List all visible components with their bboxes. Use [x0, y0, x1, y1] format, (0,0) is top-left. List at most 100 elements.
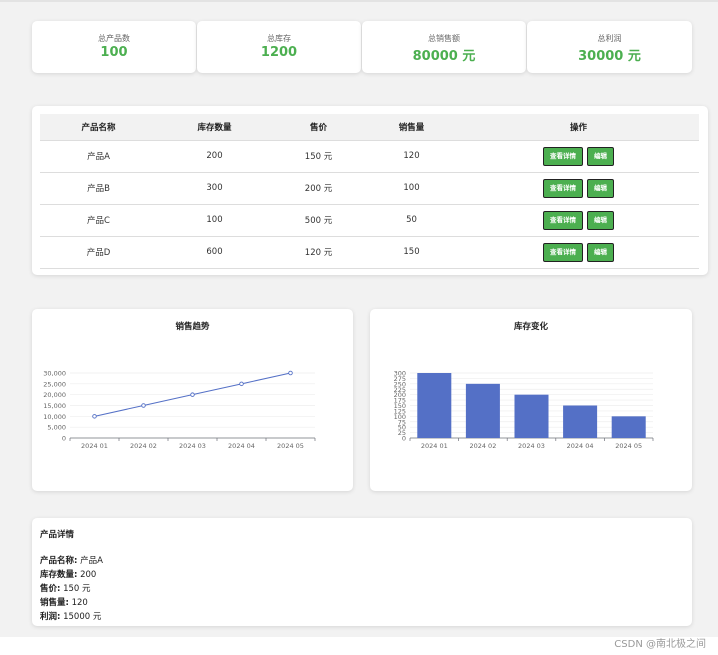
x-tick-label: 2024 01	[81, 442, 108, 450]
bar	[465, 383, 500, 438]
detail-row: 产品名称: 产品A	[40, 554, 684, 568]
x-tick-label: 2024 04	[228, 442, 255, 450]
data-point	[288, 370, 293, 376]
y-tick-label: 15,000	[43, 402, 66, 410]
stat-card-products: 总产品数 100	[32, 21, 196, 73]
cell-price: 200 元	[272, 171, 365, 204]
view-details-button[interactable]: 查看详情	[543, 146, 583, 166]
details-title: 产品详情	[40, 530, 75, 540]
bar	[514, 394, 549, 438]
stat-label: 总利润	[597, 34, 622, 43]
table-row: 产品B 300 200 元 100 查看详情 编辑	[40, 171, 699, 204]
table-row: 产品A 200 150 元 120 查看详情 编辑	[40, 139, 699, 172]
view-details-button[interactable]: 查看详情	[543, 242, 583, 262]
y-tick-label: 20,000	[43, 391, 66, 399]
x-tick-label: 2024 03	[179, 442, 206, 450]
product-details-card: 产品详情 产品名称: 产品A 库存数量: 200 售价: 150 元 销售量: …	[32, 518, 692, 626]
table-header-row: 产品名称 库存数量 售价 销售量 操作	[40, 114, 699, 140]
data-point	[239, 381, 244, 387]
cell-stock: 300	[157, 171, 272, 204]
cell-price: 500 元	[272, 203, 365, 236]
data-point	[141, 403, 146, 408]
stat-card-stock: 总库存 1200	[197, 21, 361, 73]
x-tick-label: 2024 04	[567, 442, 594, 450]
y-tick-label: 10,000	[43, 413, 66, 421]
stock-change-card: 库存变化 0 25 50 75 100 125 150 175 200 225 250 275 300 2…	[370, 309, 692, 491]
cell-name: 产品C	[40, 203, 157, 236]
col-header-price: 售价	[272, 114, 365, 140]
cell-name: 产品A	[40, 139, 157, 172]
stat-label: 总产品数	[98, 34, 130, 43]
cell-actions: 查看详情 编辑	[458, 171, 699, 204]
stat-label: 总库存	[267, 34, 291, 43]
y-tick-label: 30,000	[43, 370, 66, 378]
stat-value: 30000 元	[578, 49, 641, 64]
edit-button[interactable]: 编辑	[587, 242, 614, 262]
stat-card-profit: 总利润 30000 元	[527, 21, 692, 73]
cell-stock: 600	[157, 235, 272, 269]
cell-stock: 100	[157, 203, 272, 236]
x-tick-label: 2024 02	[469, 442, 496, 450]
x-tick-label: 2024 03	[518, 442, 545, 450]
table-row: 产品D 600 120 元 150 查看详情 编辑	[40, 235, 699, 269]
bar	[417, 373, 452, 438]
cell-sales: 120	[365, 139, 458, 172]
detail-row: 销售量: 120	[40, 596, 684, 610]
col-header-sales: 销售量	[365, 114, 458, 140]
detail-label: 库存数量:	[40, 570, 78, 580]
edit-button[interactable]: 编辑	[587, 210, 614, 230]
detail-label: 产品名称:	[40, 556, 78, 566]
x-tick-label: 2024 02	[130, 442, 157, 450]
chart-title: 库存变化	[513, 322, 548, 332]
edit-button[interactable]: 编辑	[587, 146, 614, 166]
y-tick-label: 300	[394, 370, 406, 378]
sales-trend-card: 销售趋势 0 5,000 10,000 15,000 20,000 25,000 30,00…	[32, 309, 353, 491]
x-tick-label: 2024 05	[277, 442, 304, 450]
cell-name: 产品D	[40, 235, 157, 269]
stock-change-chart: 02550751001251501752002252502753002024 0…	[394, 370, 654, 450]
stat-label: 总销售额	[428, 34, 460, 43]
product-table: 产品名称 库存数量 售价 销售量 操作 产品A 200 150 元 120 查看…	[40, 114, 699, 269]
cell-sales: 100	[365, 171, 458, 204]
bar	[563, 405, 598, 438]
stat-value: 1200	[260, 45, 298, 60]
stat-value: 100	[100, 45, 128, 60]
detail-value: 120	[71, 598, 88, 608]
detail-row: 利润: 15000 元	[40, 610, 684, 624]
top-border	[0, 0, 718, 2]
cell-sales: 150	[365, 235, 458, 269]
cell-actions: 查看详情 编辑	[458, 235, 699, 269]
edit-button[interactable]: 编辑	[587, 178, 614, 198]
table-row: 产品C 100 500 元 50 查看详情 编辑	[40, 203, 699, 236]
y-tick-label: 0	[62, 435, 66, 443]
bar	[611, 416, 646, 438]
x-tick-label: 2024 01	[421, 442, 448, 450]
detail-value: 产品A	[80, 556, 103, 566]
sales-trend-chart: 0 5,000 10,000 15,000 20,000 25,000 30,000 2024…	[43, 370, 316, 450]
detail-value: 15000 元	[63, 612, 102, 622]
detail-value: 150 元	[63, 584, 91, 594]
detail-label: 销售量:	[40, 598, 69, 608]
col-header-name: 产品名称	[40, 114, 157, 140]
view-details-button[interactable]: 查看详情	[543, 210, 583, 230]
stat-value: 80000 元	[412, 49, 476, 64]
y-tick-label: 25,000	[43, 380, 66, 388]
data-point	[190, 392, 195, 397]
watermark: CSDN @南北极之间	[614, 639, 706, 650]
cell-sales: 50	[365, 203, 458, 236]
x-tick-label: 2024 05	[615, 442, 642, 450]
product-table-card: 产品名称 库存数量 售价 销售量 操作 产品A 200 150 元 120 查看…	[32, 106, 708, 275]
cell-name: 产品B	[40, 171, 157, 204]
data-point	[92, 414, 97, 419]
detail-label: 利润:	[40, 612, 61, 622]
view-details-button[interactable]: 查看详情	[543, 178, 583, 198]
chart-title: 销售趋势	[175, 322, 210, 332]
col-header-actions: 操作	[458, 114, 699, 140]
detail-row: 售价: 150 元	[40, 582, 684, 596]
cell-stock: 200	[157, 139, 272, 172]
cell-price: 120 元	[272, 235, 365, 269]
y-tick-label: 5,000	[47, 424, 66, 432]
cell-actions: 查看详情 编辑	[458, 203, 699, 236]
detail-row: 库存数量: 200	[40, 568, 684, 582]
detail-label: 售价:	[40, 584, 61, 594]
